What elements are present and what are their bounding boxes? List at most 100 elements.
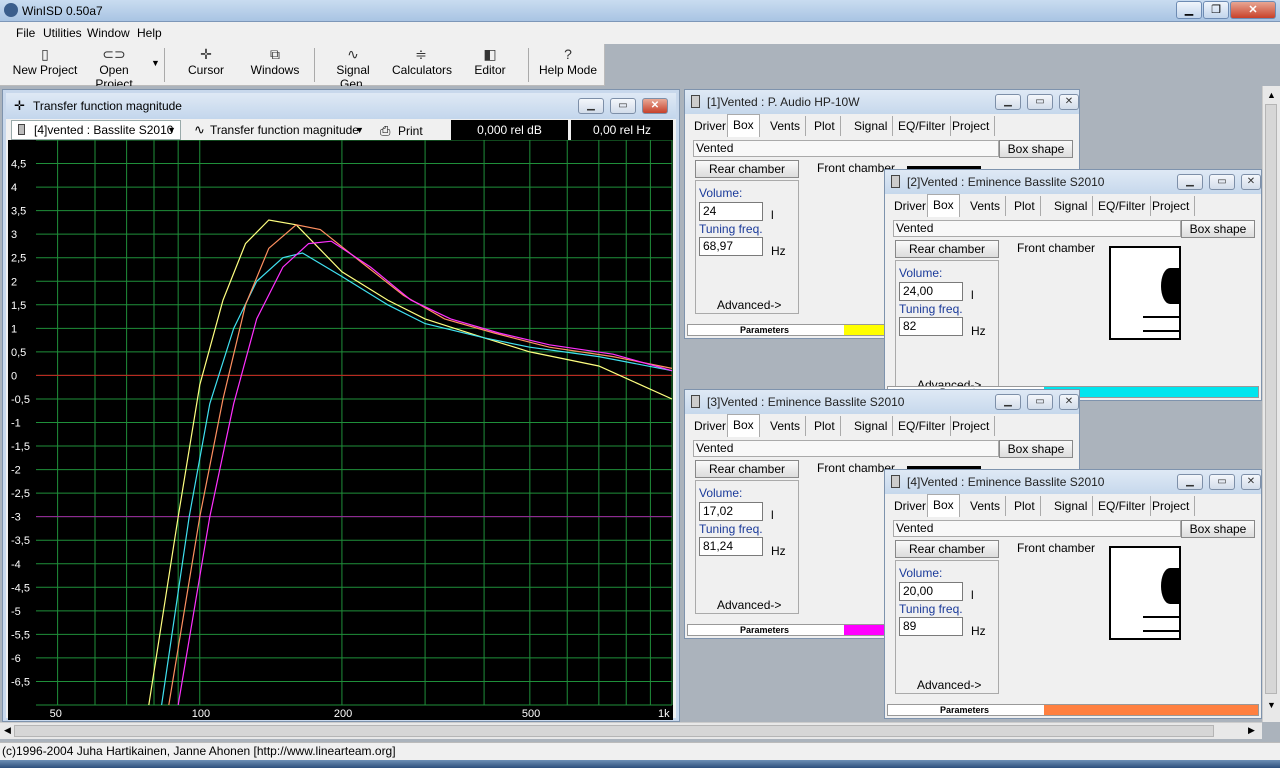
horizontal-scroll-thumb[interactable] [14,725,1214,737]
tab-driver[interactable]: Driver [689,416,732,436]
volume-input[interactable]: 24,00 [899,282,963,301]
restore-icon[interactable]: ▭ [1209,474,1235,490]
tab-vents[interactable]: Vents [765,416,807,436]
parameters-bar[interactable]: Parameters [887,704,1259,716]
minimize-icon[interactable]: ▁ [995,94,1021,110]
tab-project[interactable]: Project [947,116,996,136]
box-shape-button[interactable]: Box shape [999,140,1073,158]
menu-file[interactable]: File [16,26,35,40]
volume-input[interactable]: 20,00 [899,582,963,601]
signal-gen-button[interactable]: ∿ Signal Gen. [322,46,384,91]
tuning-input[interactable]: 68,97 [699,237,763,256]
tab-box[interactable]: Box [927,494,960,517]
tab-eqfilter[interactable]: EQ/Filter [893,416,952,436]
rear-chamber-tab[interactable]: Rear chamber [895,240,999,258]
tab-plot[interactable]: Plot [809,116,841,136]
volume-input[interactable]: 17,02 [699,502,763,521]
rear-chamber-tab[interactable]: Rear chamber [695,460,799,478]
box-shape-button[interactable]: Box shape [999,440,1073,458]
tab-plot[interactable]: Plot [1009,496,1041,516]
minimize-icon[interactable]: ▁ [1177,474,1203,490]
tab-driver[interactable]: Driver [889,196,932,216]
question-icon: ? [564,46,572,62]
box-shape-button[interactable]: Box shape [1181,220,1255,238]
minimize-icon[interactable]: ▁ [995,394,1021,410]
windows-button[interactable]: ⧉ Windows [248,46,302,84]
new-project-button[interactable]: ▯ New Project [12,46,78,84]
vertical-scrollbar[interactable]: ▲ ▼ [1262,86,1280,722]
advanced-button[interactable]: Advanced-> [917,678,981,692]
restore-icon[interactable]: ▭ [1027,94,1053,110]
box-type-field[interactable]: Vented [893,220,1181,237]
menu-help[interactable]: Help [137,26,162,40]
tab-project[interactable]: Project [947,416,996,436]
tab-driver[interactable]: Driver [689,116,732,136]
minimize-icon[interactable]: ▁ [1177,174,1203,190]
tuning-input[interactable]: 89 [899,617,963,636]
restore-icon[interactable]: ▭ [610,98,636,114]
tab-eqfilter[interactable]: EQ/Filter [1093,496,1152,516]
tab-project[interactable]: Project [1147,196,1196,216]
close-icon[interactable]: ✕ [1059,394,1079,410]
restore-icon[interactable]: ▭ [1027,394,1053,410]
tab-vents[interactable]: Vents [965,496,1007,516]
tab-vents[interactable]: Vents [765,116,807,136]
minimize-icon[interactable]: ▁ [1176,1,1202,19]
minimize-icon[interactable]: ▁ [578,98,604,114]
tab-signal[interactable]: Signal [1049,196,1094,216]
close-icon[interactable]: ✕ [1059,94,1079,110]
horizontal-scrollbar[interactable]: ◀ ▶ [0,722,1262,739]
tab-box[interactable]: Box [727,414,760,437]
vertical-scroll-thumb[interactable] [1265,104,1277,694]
tuning-input[interactable]: 82 [899,317,963,336]
volume-label: Volume: [699,486,743,500]
rear-chamber-tab[interactable]: Rear chamber [895,540,999,558]
scroll-right-icon[interactable]: ▶ [1248,725,1255,736]
advanced-button[interactable]: Advanced-> [717,598,781,612]
transfer-function-chart[interactable]: 4,5 4 3,5 3 2,5 2 1,5 1 0,5 0 -0,5 -1 -1,5 -2 -2,5 -3 -3… [8,139,673,720]
restore-icon[interactable]: ❐ [1203,1,1229,19]
close-icon[interactable]: ✕ [1230,1,1276,19]
box-type-field[interactable]: Vented [693,140,999,157]
restore-icon[interactable]: ▭ [1209,174,1235,190]
advanced-button[interactable]: Advanced-> [717,298,781,312]
tab-driver[interactable]: Driver [889,496,932,516]
open-project-button[interactable]: ⊂⊃ Open Project [80,46,148,91]
help-mode-button[interactable]: ? Help Mode [538,46,598,84]
tab-box[interactable]: Box [727,114,760,137]
print-button[interactable]: ⎙ Print [378,122,423,140]
chevron-down-icon[interactable]: ▼ [151,58,160,68]
tab-project[interactable]: Project [1147,496,1196,516]
tab-eqfilter[interactable]: EQ/Filter [1093,196,1152,216]
tab-plot[interactable]: Plot [809,416,841,436]
box-type-field[interactable]: Vented [693,440,999,457]
tab-vents[interactable]: Vents [965,196,1007,216]
tab-box[interactable]: Box [927,194,960,217]
box-shape-button[interactable]: Box shape [1181,520,1255,538]
tab-plot[interactable]: Plot [1009,196,1041,216]
close-icon[interactable]: ✕ [1241,174,1261,190]
editor-button[interactable]: ◧ Editor [470,46,510,84]
cursor-button[interactable]: ✛ Cursor [180,46,232,84]
box-type-field[interactable]: Vented [893,520,1181,537]
tab-signal[interactable]: Signal [1049,496,1094,516]
front-chamber-tab[interactable]: Front chamber [1007,240,1105,258]
scroll-left-icon[interactable]: ◀ [4,725,11,736]
tab-eqfilter[interactable]: EQ/Filter [893,116,952,136]
close-icon[interactable]: ✕ [1241,474,1261,490]
tab-signal[interactable]: Signal [849,116,894,136]
menu-utilities[interactable]: Utilities [43,26,82,40]
scroll-down-icon[interactable]: ▼ [1267,700,1276,710]
close-icon[interactable]: ✕ [642,98,668,114]
calculators-button[interactable]: ≑ Calculators [392,46,452,84]
tab-signal[interactable]: Signal [849,416,894,436]
tuning-input[interactable]: 81,24 [699,537,763,556]
scroll-up-icon[interactable]: ▲ [1267,90,1276,100]
project-select[interactable]: [4]vented : Basslite S2010 ▼ [11,120,181,140]
rear-chamber-tab[interactable]: Rear chamber [695,160,799,178]
y-tick-label: -3,5 [11,535,30,547]
front-chamber-tab[interactable]: Front chamber [1007,540,1105,558]
volume-input[interactable]: 24 [699,202,763,221]
menu-window[interactable]: Window [87,26,130,40]
plot-type-select[interactable]: ∿ Transfer function magnitude ▼ [189,120,369,140]
